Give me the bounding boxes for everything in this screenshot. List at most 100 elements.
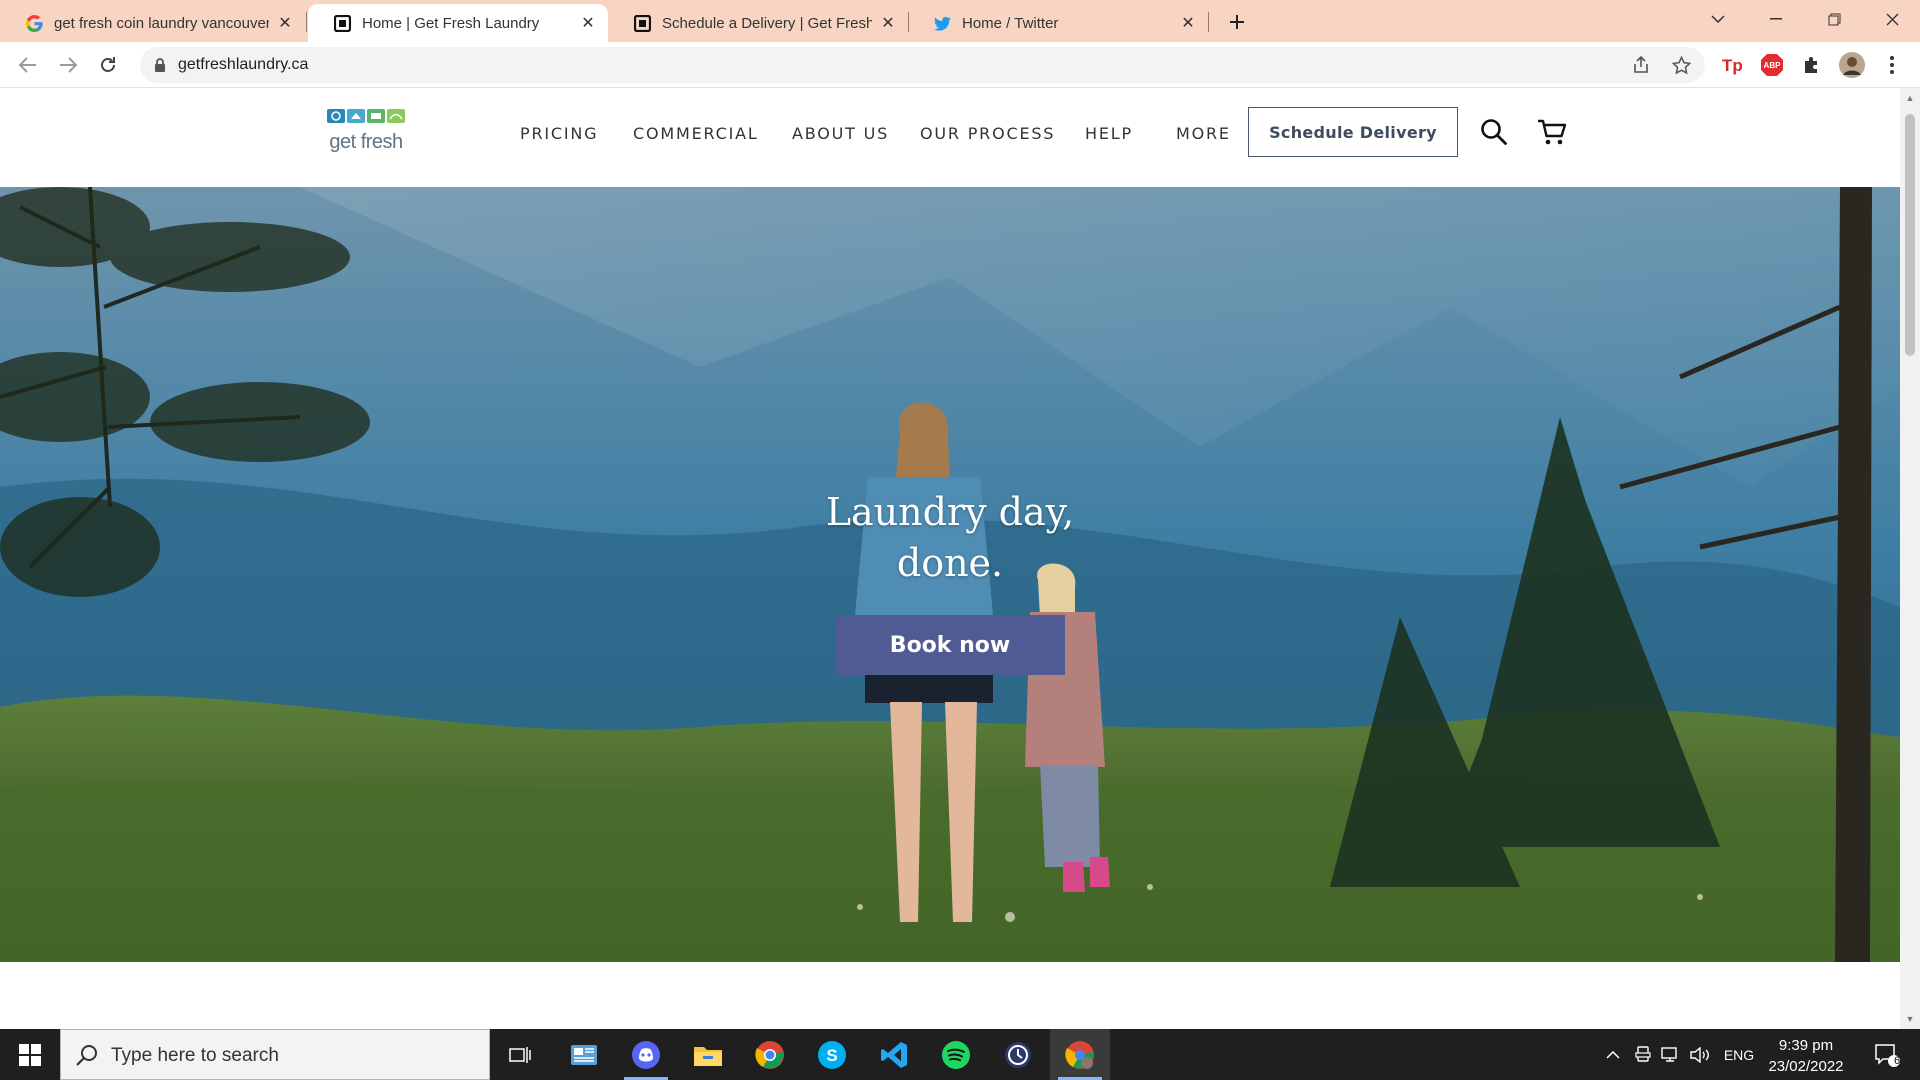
task-view-button[interactable] <box>490 1029 550 1080</box>
start-button[interactable] <box>0 1029 60 1080</box>
taskbar-search-placeholder: Type here to search <box>111 1045 279 1066</box>
nav-about-us[interactable]: ABOUT US <box>792 124 889 143</box>
cart-button[interactable] <box>1534 114 1570 150</box>
logo-mark-icon <box>327 109 405 123</box>
bookmark-star-icon[interactable] <box>1670 54 1692 76</box>
discord-icon <box>632 1040 660 1069</box>
folder-icon <box>694 1046 722 1066</box>
close-tab-icon[interactable]: ✕ <box>578 13 598 33</box>
address-bar[interactable]: getfreshlaundry.ca <box>140 47 1705 83</box>
tab-separator <box>306 12 307 32</box>
minimize-icon <box>1770 18 1782 20</box>
minimize-button[interactable] <box>1748 0 1804 38</box>
share-icon[interactable] <box>1630 54 1652 76</box>
close-tab-icon[interactable]: ✕ <box>275 13 295 33</box>
get-fresh-logo[interactable]: get fresh <box>326 107 406 153</box>
news-widget-icon <box>571 1044 597 1065</box>
taskbar-spotify[interactable] <box>926 1029 986 1080</box>
nav-help[interactable]: HELP <box>1085 124 1133 143</box>
scroll-down-arrow-icon[interactable]: ▼ <box>1904 1013 1916 1025</box>
scroll-up-arrow-icon[interactable]: ▲ <box>1904 92 1916 104</box>
site-header: get fresh PRICING COMMERCIAL ABOUT US OU… <box>0 88 1900 187</box>
chrome-profile-icon <box>1065 1040 1094 1069</box>
squarespace-icon <box>334 15 351 32</box>
taskbar-file-explorer[interactable] <box>678 1029 738 1080</box>
google-g-icon <box>26 15 43 32</box>
close-tab-icon[interactable]: ✕ <box>1178 13 1198 33</box>
schedule-delivery-button[interactable]: Schedule Delivery <box>1248 107 1458 157</box>
notification-center-button[interactable]: 6 <box>1862 1029 1912 1080</box>
show-hidden-icons-button[interactable] <box>1600 1029 1626 1080</box>
tab-title: Home / Twitter <box>962 14 1059 32</box>
reload-button[interactable] <box>92 49 124 81</box>
reload-icon <box>101 57 115 72</box>
scrollbar-thumb[interactable] <box>1905 114 1915 356</box>
taskbar-chrome[interactable] <box>740 1029 800 1080</box>
skype-icon: S <box>818 1040 846 1069</box>
taskbar-vscode[interactable] <box>864 1029 924 1080</box>
plus-icon <box>1230 15 1244 29</box>
browser-toolbar: getfreshlaundry.ca Tp ABP <box>0 42 1920 88</box>
nav-pricing[interactable]: PRICING <box>520 124 598 143</box>
forward-button[interactable] <box>52 49 84 81</box>
nav-more[interactable]: MORE <box>1176 124 1231 143</box>
cart-icon <box>1538 119 1567 145</box>
new-tab-button[interactable] <box>1222 8 1252 36</box>
taskbar-search-box[interactable]: Type here to search <box>60 1029 490 1080</box>
taskbar-skype[interactable]: S <box>802 1029 862 1080</box>
svg-text:S: S <box>826 1046 837 1065</box>
extension-tp-icon[interactable]: Tp <box>1716 49 1748 81</box>
svg-text:ABP: ABP <box>1764 61 1782 70</box>
taskbar-discord-app[interactable] <box>616 1029 676 1080</box>
search-icon <box>1481 119 1507 145</box>
extensions-puzzle-icon[interactable] <box>1796 49 1828 81</box>
network-icon[interactable] <box>1658 1029 1684 1080</box>
clock-time: 9:39 pm <box>1778 1037 1834 1054</box>
logo-wordmark: get fresh <box>329 131 403 153</box>
search-icon <box>76 1045 97 1066</box>
clock-date: 23/02/2022 <box>1768 1058 1844 1075</box>
taskbar-clock-app[interactable] <box>988 1029 1048 1080</box>
book-now-button[interactable]: Book now <box>835 615 1065 675</box>
close-tab-icon[interactable]: ✕ <box>878 13 898 33</box>
windows-taskbar: Type here to search S ENG 9:39 pm 23/02/… <box>0 1029 1920 1080</box>
chrome-icon <box>755 1040 784 1069</box>
tab-title: get fresh coin laundry vancouver <box>54 14 269 32</box>
language-indicator[interactable]: ENG <box>1720 1029 1758 1080</box>
lock-icon <box>155 58 165 72</box>
tab-google-search[interactable]: get fresh coin laundry vancouver ✕ <box>0 4 305 42</box>
tab-title: Home | Get Fresh Laundry <box>362 14 540 32</box>
url-text: getfreshlaundry.ca <box>178 56 309 73</box>
hero-section: Laundry day, done. Book now <box>0 187 1900 962</box>
nav-our-process[interactable]: OUR PROCESS <box>920 124 1055 143</box>
tab-schedule-delivery[interactable]: Schedule a Delivery | Get Fresh La ✕ <box>608 4 908 42</box>
tray-device-icon[interactable] <box>1630 1029 1656 1080</box>
taskbar-clock[interactable]: 9:39 pm 23/02/2022 <box>1760 1035 1852 1077</box>
close-window-button[interactable] <box>1864 0 1920 38</box>
tab-twitter[interactable]: Home / Twitter ✕ <box>908 4 1208 42</box>
svg-text:Tp: Tp <box>1722 56 1743 75</box>
taskbar-chrome-profile[interactable] <box>1050 1029 1110 1080</box>
page-scrollbar[interactable]: ▲ ▼ <box>1900 88 1920 1029</box>
hero-title-line2: done. <box>896 541 1004 585</box>
taskbar-news-app[interactable] <box>554 1029 614 1080</box>
back-button[interactable] <box>12 49 44 81</box>
page-viewport: get fresh PRICING COMMERCIAL ABOUT US OU… <box>0 88 1900 1029</box>
arrow-left-icon <box>19 57 36 73</box>
profile-avatar[interactable] <box>1836 49 1868 81</box>
tab-home-get-fresh[interactable]: Home | Get Fresh Laundry ✕ <box>308 4 608 42</box>
nav-commercial[interactable]: COMMERCIAL <box>633 124 759 143</box>
site-search-button[interactable] <box>1476 114 1512 150</box>
hero-title: Laundry day, done. <box>750 487 1150 589</box>
volume-icon[interactable] <box>1688 1029 1714 1080</box>
browser-tab-strip: get fresh coin laundry vancouver ✕ Home … <box>0 0 1920 42</box>
notification-count-badge: 6 <box>1893 1055 1901 1067</box>
restore-button[interactable] <box>1806 0 1862 38</box>
task-view-icon <box>509 1046 531 1063</box>
tab-search-button[interactable] <box>1690 0 1746 38</box>
hero-title-line1: Laundry day, <box>825 490 1075 534</box>
adblock-icon[interactable]: ABP <box>1756 49 1788 81</box>
squarespace-icon <box>634 15 651 32</box>
chevron-down-icon <box>1711 15 1725 23</box>
browser-menu-button[interactable] <box>1876 49 1908 81</box>
